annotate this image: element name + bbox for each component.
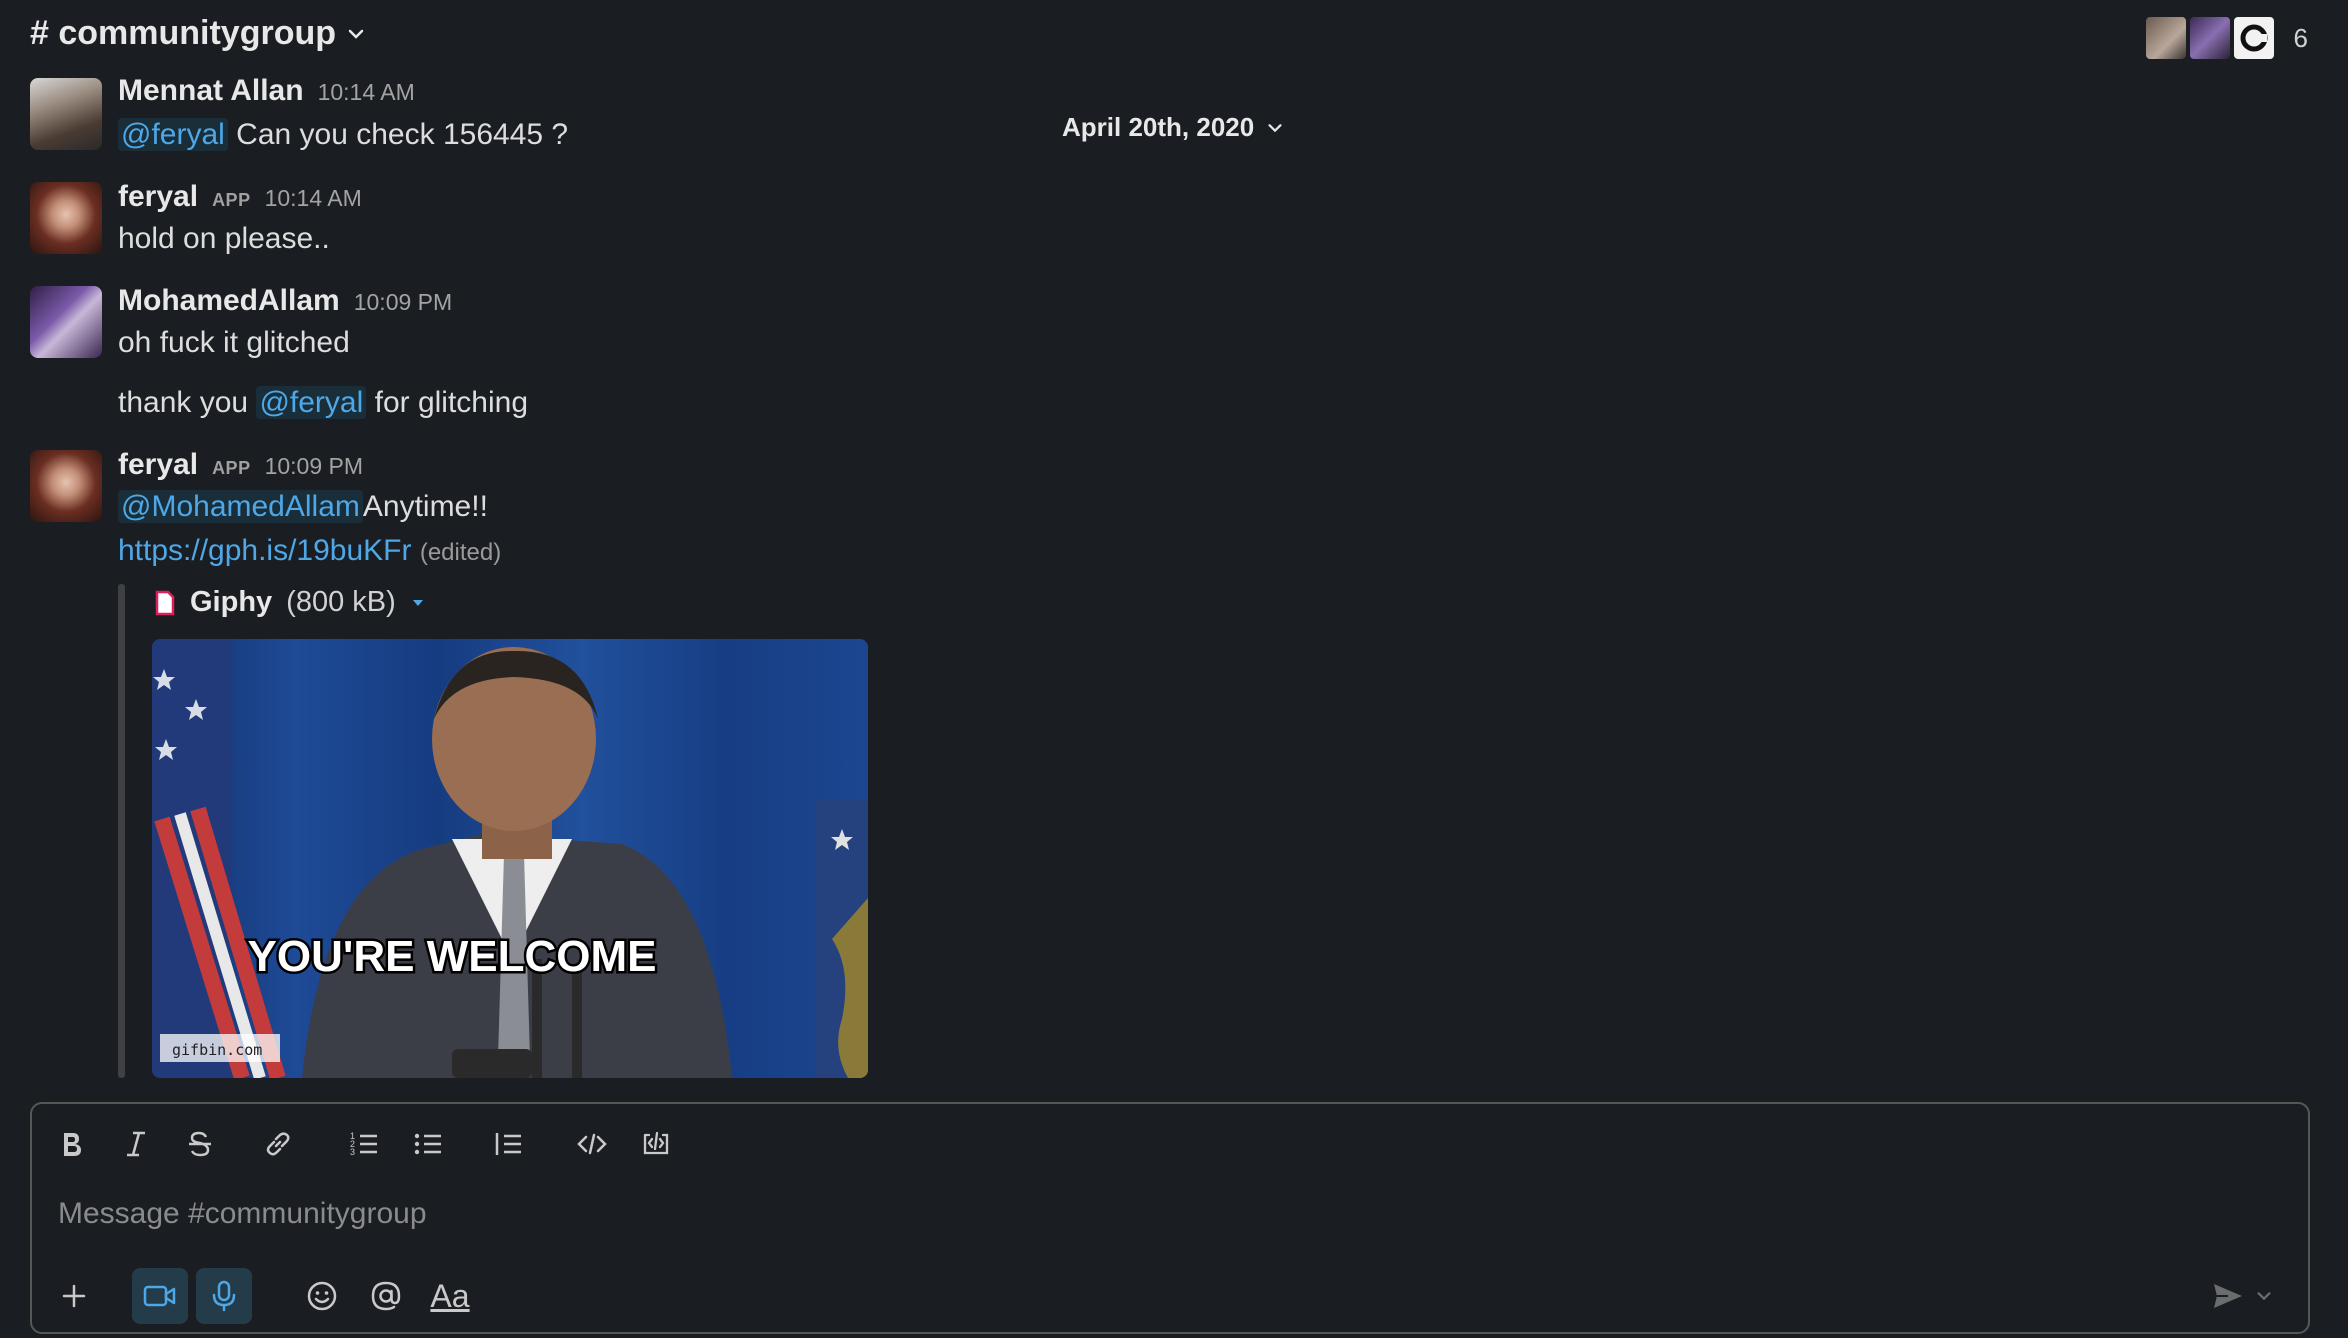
message-text: @feryal Can you check 156445 ? [118,118,568,152]
italic-icon [127,1131,145,1157]
at-icon [371,1281,401,1311]
file-icon [155,590,175,615]
audio-clip-button[interactable] [196,1268,252,1324]
bulleted-list-button[interactable] [408,1124,448,1164]
chevron-down-icon [1268,123,1282,132]
plus-icon [62,1284,86,1308]
blockquote-icon [495,1133,521,1155]
link-button[interactable] [258,1124,298,1164]
video-clip-button[interactable] [132,1268,188,1324]
code-icon [577,1133,607,1155]
gif-caption: YOU'RE WELCOME [248,932,657,981]
channel-name: # communitygroup [30,14,337,52]
bulleted-list-icon [414,1133,441,1155]
user-avatar[interactable] [30,182,102,254]
blockquote-button[interactable] [488,1124,528,1164]
member-avatar [2143,15,2188,61]
author-name[interactable]: feryal [118,180,198,214]
author-name[interactable]: Mennat Allan [118,74,304,108]
chevron-down-icon [348,29,364,39]
send-options-button[interactable] [2246,1268,2282,1324]
app-badge: APP [212,190,251,210]
user-avatar[interactable] [30,450,102,522]
code-block-icon [643,1131,669,1155]
member-list-button[interactable]: 6 [2143,15,2308,61]
formatting-toggle-button[interactable]: Aa [422,1268,478,1324]
message-header: feryal APP 10:14 AM [118,180,362,214]
caret-down-icon[interactable] [410,595,426,611]
message-header: Mennat Allan 10:14 AM [118,74,415,108]
member-count: 6 [2293,22,2308,53]
message-text: hold on please.. [118,222,330,255]
message-body: Can you check 156445 ? [236,118,569,151]
channel-header: # communitygroup 6 [0,0,2348,80]
format-label: Aa [430,1277,470,1314]
author-name[interactable]: feryal [118,448,198,482]
app-badge: APP [212,458,251,478]
microphone-icon [212,1280,236,1312]
message-body: Anytime!! [362,490,488,523]
ordered-list-icon: 123 [350,1131,377,1157]
gif-watermark: gifbin.com [172,1041,262,1059]
timestamp[interactable]: 10:14 AM [318,79,415,106]
message-text: @MohamedAllam Anytime!! [118,490,488,524]
attachment-bar [118,584,125,1078]
timestamp[interactable]: 10:09 PM [354,289,452,316]
mention-button[interactable] [358,1268,414,1324]
message-header: feryal APP 10:09 PM [118,448,363,482]
send-icon [2214,1284,2242,1308]
message-text: thank you @feryal for glitching [118,386,528,420]
bold-icon [64,1133,81,1156]
svg-text:3: 3 [350,1147,355,1157]
message-body: thank you [118,386,249,419]
member-avatar [2187,15,2232,61]
author-name[interactable]: MohamedAllam [118,284,340,318]
emoji-button[interactable] [294,1268,350,1324]
chevron-down-icon [2257,1292,2271,1301]
user-avatar[interactable] [30,286,102,358]
edited-label: (edited) [419,539,502,566]
user-avatar[interactable] [30,78,102,150]
giphy-link[interactable]: https://gph.is/19buKFr [118,534,412,567]
message-body: for glitching [374,386,529,419]
link-icon [266,1132,290,1156]
code-block-button[interactable] [636,1124,676,1164]
attach-button[interactable] [46,1268,102,1324]
strikethrough-button[interactable] [180,1124,220,1164]
file-name[interactable]: Giphy [190,586,272,619]
timestamp[interactable]: 10:09 PM [265,453,363,480]
message-text: https://gph.is/19buKFr (edited) [118,534,501,568]
channel-title-button[interactable]: # communitygroup [30,14,366,53]
message-composer: 123 Aa [30,1102,2310,1334]
ordered-list-button[interactable]: 123 [344,1124,384,1164]
timestamp[interactable]: 10:14 AM [265,185,362,212]
user-mention[interactable]: @MohamedAllam [118,490,363,523]
date-label: April 20th, 2020 [1062,112,1255,142]
date-divider-button[interactable]: April 20th, 2020 [1062,112,1284,143]
italic-button[interactable] [116,1124,156,1164]
message-text: oh fuck it glitched [118,326,350,359]
message-input[interactable] [56,1196,2260,1232]
emoji-icon [307,1281,337,1311]
strikethrough-icon [189,1131,211,1157]
member-avatar [2231,15,2276,61]
user-mention[interactable]: @feryal [256,386,367,419]
attachment-header[interactable]: Giphy (800 kB) [154,586,426,619]
video-icon [143,1285,176,1307]
message-header: MohamedAllam 10:09 PM [118,284,452,318]
bold-button[interactable] [52,1124,92,1164]
giphy-image[interactable]: YOU'RE WELCOME gifbin.com [152,639,868,1078]
code-button[interactable] [572,1124,612,1164]
file-size: (800 kB) [286,586,396,618]
user-mention[interactable]: @feryal [118,118,228,151]
